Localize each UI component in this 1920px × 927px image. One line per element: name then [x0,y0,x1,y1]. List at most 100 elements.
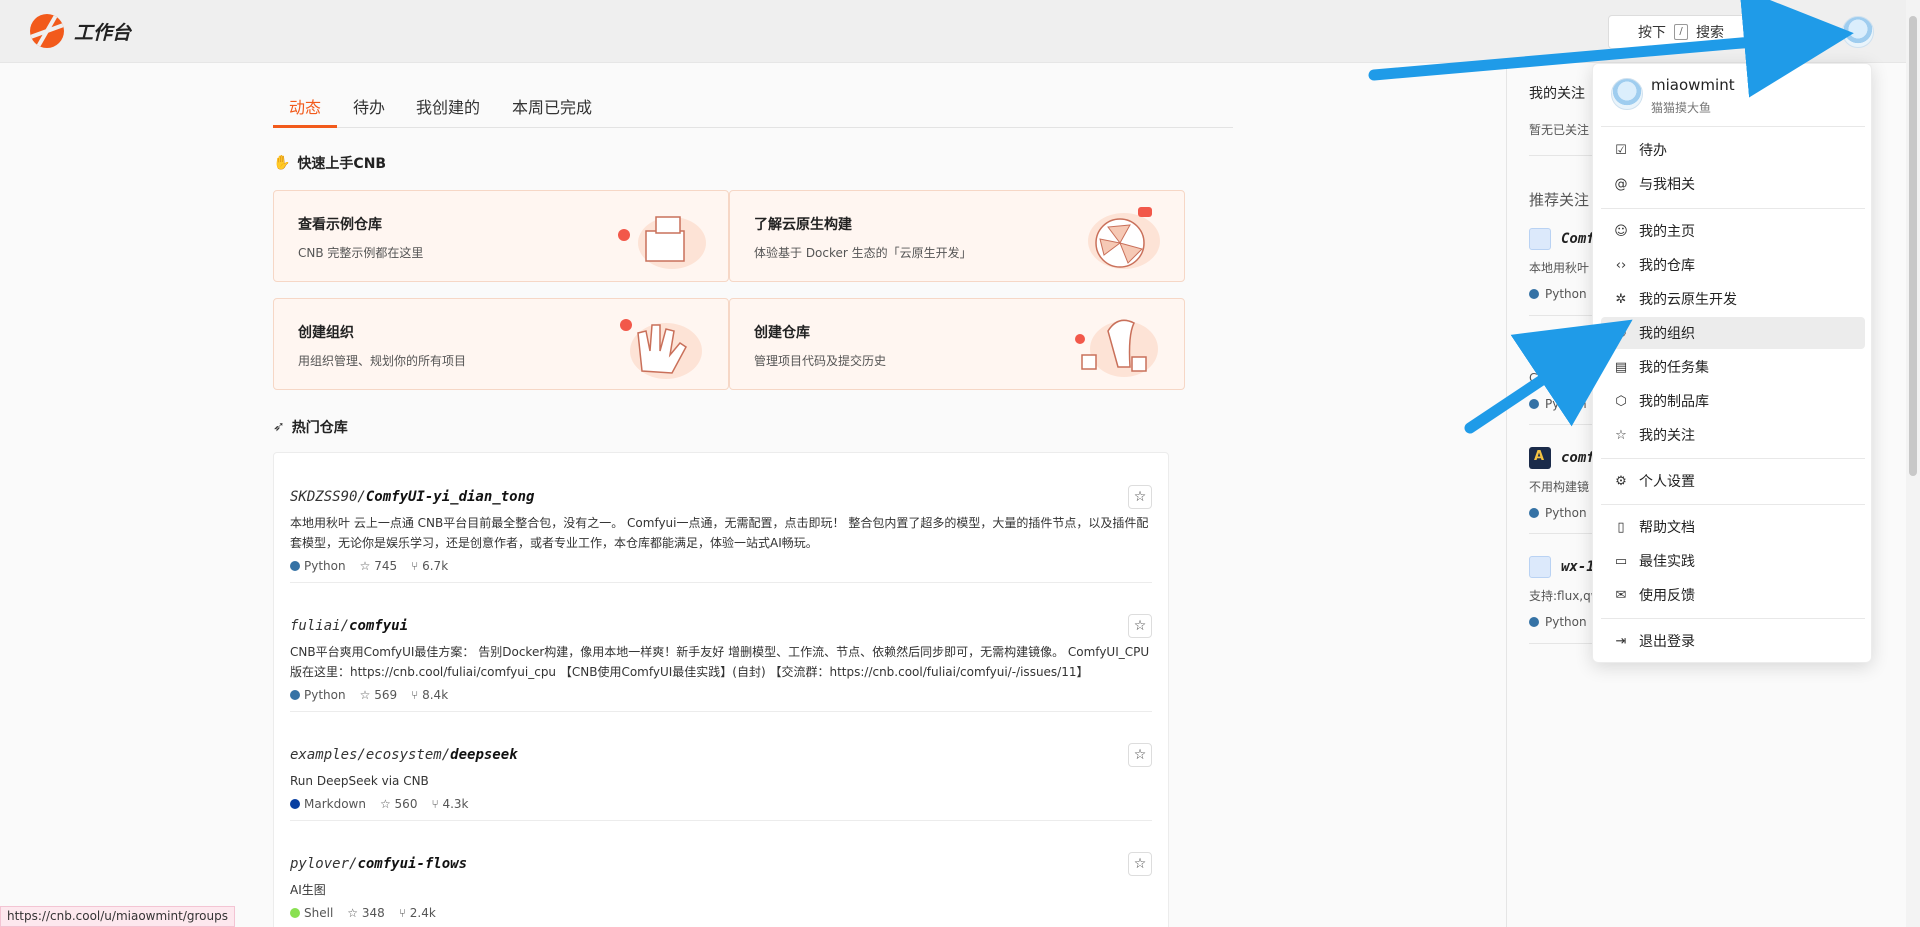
hand-icon: ✋ [273,155,291,171]
user-menu: miaowmint 猫猫摸大鱼 ☑ 待办 @ 与我相关 ☺ 我的主页 ‹› 我的仓库 ✲… [1592,63,1872,663]
card-create-repo[interactable]: 创建仓库 管理项目代码及提交历史 [729,298,1185,390]
tab-todo[interactable]: 待办 [353,94,385,118]
menu-item-settings[interactable]: ⚙ 个人设置 [1601,465,1865,497]
cnb-logo-icon [30,14,64,48]
lang-dot-icon [1529,289,1539,299]
list-item[interactable]: pylover/comfyui-flows ☆ AI生图 Shell ☆ 348… [290,852,1152,927]
repo-title[interactable]: fuliai/comfyui [290,618,408,634]
star-button[interactable]: ☆ [1128,743,1152,767]
hot-repos-list: SKDZSS90/ComfyUI-yi_dian_tong ☆ 本地用秋叶 云上… [273,452,1169,927]
fan-illustration-icon [1088,207,1160,269]
logo-text: 工作台 [74,21,132,44]
hot-repos-title: ➶ 热门仓库 [273,419,348,436]
feedback-icon: ✉ [1615,587,1627,603]
org-avatar[interactable] [1529,228,1551,250]
book-icon: ▭ [1614,553,1628,569]
repo-avatar[interactable] [1529,338,1551,360]
search-button[interactable]: 按下 / 搜索 [1608,15,1754,49]
lang-dot-icon [290,690,300,700]
menu-item-todo[interactable]: ☑ 待办 [1601,134,1865,166]
repo-meta: Python ☆ 745 ⑂ 6.7k [290,559,448,573]
fork-icon: ⑂ [398,906,410,920]
tab-activity[interactable]: 动态 [289,94,321,118]
list-item[interactable]: SKDZSS90/ComfyUI-yi_dian_tong ☆ 本地用秋叶 云上… [290,485,1152,583]
scroll-thumb[interactable] [1909,16,1917,476]
star-icon: ☆ [1615,427,1627,443]
user-avatar[interactable] [1842,16,1874,48]
user-icon: ☺ [1614,223,1628,239]
package-icon: ⬡ [1615,393,1627,409]
logout-icon: ⇥ [1615,633,1627,649]
menu-item-feedback[interactable]: ✉ 使用反馈 [1601,579,1865,611]
rec-repo-name[interactable]: comf [1561,450,1595,466]
fork-icon: ⑂ [411,559,423,573]
repo-meta: Python ☆ 569 ⑂ 8.4k [290,688,448,702]
grid-icon[interactable]: ⊞ [1770,22,1788,40]
repo-title[interactable]: examples/ecosystem/deepseek [290,747,518,763]
star-button[interactable]: ☆ [1128,614,1152,638]
menu-username: miaowmint [1651,76,1735,94]
menu-item-following[interactable]: ☆ 我的关注 [1601,419,1865,451]
quickstart-title: ✋ 快速上手CNB [273,155,387,172]
rec-repo-name[interactable]: wx-1 [1561,559,1595,575]
page-scrollbar[interactable] [1906,0,1920,927]
org-avatar[interactable] [1529,556,1551,578]
repo-meta: Shell ☆ 348 ⑂ 2.4k [290,906,436,920]
top-header: 工作台 按下 / 搜索 ⊞ + [0,0,1920,63]
lang-dot-icon [1529,399,1539,409]
card-example-repo[interactable]: 查看示例仓库 CNB 完整示例都在这里 [273,190,729,282]
search-prefix: 按下 [1638,25,1666,41]
fork-icon: ⑂ [431,797,443,811]
active-tab-indicator [273,125,337,128]
plus-icon[interactable]: + [1806,22,1824,40]
highfive-illustration-icon [620,319,702,379]
list-item[interactable]: examples/ecosystem/deepseek ☆ Run DeepSe… [290,743,1152,821]
status-url: https://cnb.cool/u/miaowmint/groups [0,906,235,927]
cloud-dev-icon: ✲ [1615,291,1627,307]
menu-item-repos[interactable]: ‹› 我的仓库 [1601,249,1865,281]
doc-icon: ▯ [1617,519,1625,535]
menu-item-mentions[interactable]: @ 与我相关 [1601,168,1865,200]
lang-dot-icon [290,908,300,918]
todo-icon: ☑ [1615,142,1627,158]
rec-repo-name[interactable]: Comf [1561,231,1595,247]
tab-week-done[interactable]: 本周已完成 [512,94,592,118]
repo-title[interactable]: pylover/comfyui-flows [290,856,467,872]
star-icon: ☆ [359,688,375,702]
star-icon: ☆ [359,559,375,573]
lang-dot-icon [290,799,300,809]
tab-created[interactable]: 我创建的 [416,94,480,118]
menu-avatar [1611,78,1643,110]
menu-item-homepage[interactable]: ☺ 我的主页 [1601,215,1865,247]
settings-icon: ⚙ [1615,473,1627,489]
list-item[interactable]: fuliai/comfyui ☆ CNB平台爽用ComfyUI最佳方案： 告别D… [290,614,1152,712]
menu-item-logout[interactable]: ⇥ 退出登录 [1601,625,1865,657]
repo-avatar[interactable] [1529,447,1551,469]
repo-illustration-icon [1075,319,1158,377]
menu-item-packages[interactable]: ⬡ 我的制品库 [1601,385,1865,417]
repo-desc: Run DeepSeek via CNB [290,774,429,788]
menu-nickname: 猫猫摸大鱼 [1651,101,1712,115]
menu-item-best-practices[interactable]: ▭ 最佳实践 [1601,545,1865,577]
fork-icon: ⑂ [411,688,423,702]
star-icon: ☆ [347,906,362,920]
logo[interactable]: 工作台 [30,14,131,48]
rec-repo-name[interactable]: co [1561,341,1578,357]
menu-item-tasks[interactable]: ▤ 我的任务集 [1601,351,1865,383]
menu-item-help-docs[interactable]: ▯ 帮助文档 [1601,511,1865,543]
tasks-icon: ▤ [1614,359,1628,375]
star-button[interactable]: ☆ [1128,852,1152,876]
lang-dot-icon [1529,617,1539,627]
menu-item-groups[interactable]: ⚇ 我的组织 [1601,317,1865,349]
follow-title: 我的关注 [1529,86,1585,102]
at-icon: @ [1614,176,1628,192]
group-icon: ⚇ [1615,325,1627,341]
main-tabs: 动态 待办 我创建的 本周已完成 [273,90,1233,128]
card-cloud-native[interactable]: 了解云原生构建 体验基于 Docker 生态的「云原生开发」 [729,190,1185,282]
card-create-org[interactable]: 创建组织 用组织管理、规划你的所有项目 [273,298,729,390]
search-label: 搜索 [1696,25,1724,41]
repo-title[interactable]: SKDZSS90/ComfyUI-yi_dian_tong [290,489,534,505]
star-button[interactable]: ☆ [1128,485,1152,509]
menu-item-cloud-dev[interactable]: ✲ 我的云原生开发 [1601,283,1865,315]
lang-dot-icon [1529,508,1539,518]
